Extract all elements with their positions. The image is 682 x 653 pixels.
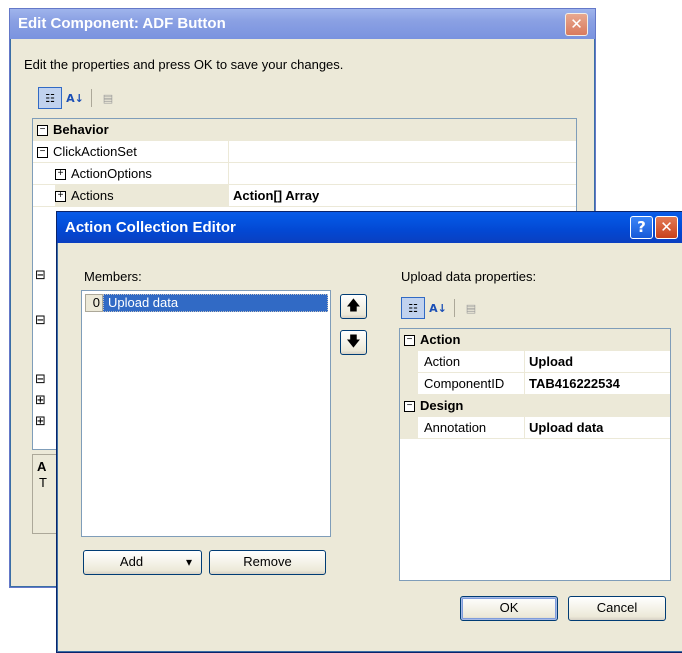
hidden-row-expander[interactable]: ⊟ bbox=[35, 371, 46, 387]
property-name: ComponentID bbox=[424, 376, 505, 391]
alphabetical-icon[interactable]: A↓ bbox=[427, 298, 449, 318]
expand-icon[interactable]: + bbox=[55, 191, 66, 203]
actions-label: Actions bbox=[71, 188, 114, 203]
property-name: Annotation bbox=[424, 420, 487, 435]
actions-row[interactable]: + Actions Action[] Array bbox=[33, 185, 576, 207]
categorized-icon[interactable]: ☷ bbox=[401, 297, 425, 319]
property-row-action[interactable]: Action Upload bbox=[400, 351, 670, 373]
actions-value[interactable]: Action[] Array bbox=[228, 185, 576, 206]
outer-grid-toolbar: ☷ A↓ ▤ bbox=[38, 87, 119, 109]
alphabetical-icon[interactable]: A↓ bbox=[64, 88, 86, 108]
collapse-icon[interactable]: − bbox=[37, 147, 48, 159]
property-name: Action bbox=[424, 354, 461, 369]
expand-icon[interactable]: + bbox=[55, 169, 66, 181]
property-pages-icon[interactable]: ▤ bbox=[460, 298, 482, 318]
close-icon[interactable]: ✕ bbox=[655, 216, 678, 239]
hidden-row-expander[interactable]: ⊟ bbox=[35, 312, 46, 328]
design-category-label: Design bbox=[420, 398, 464, 413]
collapse-icon[interactable]: − bbox=[404, 335, 415, 347]
instructions-text: Edit the properties and press OK to save… bbox=[24, 57, 344, 72]
member-index: 0 bbox=[85, 294, 103, 312]
member-name: Upload data bbox=[103, 294, 328, 312]
cancel-button[interactable]: Cancel bbox=[568, 596, 666, 621]
remove-button[interactable]: Remove bbox=[209, 550, 326, 575]
toolbar-separator bbox=[454, 299, 455, 317]
ok-button[interactable]: OK bbox=[460, 596, 558, 621]
toolbar-separator bbox=[91, 89, 92, 107]
behavior-category-row[interactable]: − Behavior bbox=[33, 119, 576, 141]
edit-component-title: Edit Component: ADF Button bbox=[18, 15, 226, 32]
editor-title: Action Collection Editor bbox=[65, 219, 236, 236]
help-icon[interactable]: ? bbox=[630, 216, 653, 239]
categorized-icon[interactable]: ☷ bbox=[38, 87, 62, 109]
property-value[interactable]: Upload data bbox=[524, 417, 670, 438]
list-item[interactable]: 0 Upload data bbox=[85, 294, 328, 312]
description-text: T bbox=[39, 475, 47, 490]
design-category-row[interactable]: − Design bbox=[400, 395, 670, 417]
hidden-row-expander[interactable]: ⊞ bbox=[35, 413, 46, 429]
property-pages-icon[interactable]: ▤ bbox=[97, 88, 119, 108]
property-value[interactable]: TAB416222534 bbox=[524, 373, 670, 394]
add-button[interactable]: Add ▾ bbox=[83, 550, 202, 575]
add-label: Add bbox=[119, 554, 144, 569]
chevron-down-icon[interactable]: ▾ bbox=[182, 551, 196, 573]
action-collection-editor: Action Collection Editor ? ✕ Members: 0 … bbox=[56, 211, 682, 653]
editor-titlebar[interactable]: Action Collection Editor bbox=[57, 212, 682, 243]
action-category-label: Action bbox=[420, 332, 461, 347]
action-options-row[interactable]: + ActionOptions bbox=[33, 163, 576, 185]
property-value[interactable]: Upload bbox=[524, 351, 670, 372]
description-title: A bbox=[37, 459, 47, 474]
property-row-componentid[interactable]: ComponentID TAB416222534 bbox=[400, 373, 670, 395]
property-row-annotation[interactable]: Annotation Upload data bbox=[400, 417, 670, 439]
editor-grid-toolbar: ☷ A↓ ▤ bbox=[401, 297, 482, 319]
members-listbox[interactable]: 0 Upload data bbox=[81, 290, 331, 537]
close-icon[interactable]: ✕ bbox=[565, 13, 588, 36]
members-label: Members: bbox=[84, 269, 142, 284]
action-category-row[interactable]: − Action bbox=[400, 329, 670, 351]
click-action-set-row[interactable]: − ClickActionSet bbox=[33, 141, 576, 163]
click-action-set-label: ClickActionSet bbox=[53, 144, 137, 159]
click-action-set-value bbox=[228, 141, 576, 162]
properties-label: Upload data properties: bbox=[401, 269, 537, 284]
move-up-button[interactable]: 🡅 bbox=[340, 294, 367, 319]
action-options-label: ActionOptions bbox=[71, 166, 152, 181]
behavior-category-label: Behavior bbox=[53, 122, 109, 137]
edit-component-titlebar[interactable]: Edit Component: ADF Button bbox=[10, 9, 595, 39]
hidden-row-expander[interactable]: ⊞ bbox=[35, 392, 46, 408]
hidden-row-expander[interactable]: ⊟ bbox=[35, 267, 46, 283]
collapse-icon[interactable]: − bbox=[37, 125, 48, 137]
action-options-value bbox=[228, 163, 576, 184]
collapse-icon[interactable]: − bbox=[404, 401, 415, 413]
move-down-button[interactable]: 🡇 bbox=[340, 330, 367, 355]
editor-property-grid[interactable]: − Action Action Upload ComponentID TAB416… bbox=[399, 328, 671, 581]
